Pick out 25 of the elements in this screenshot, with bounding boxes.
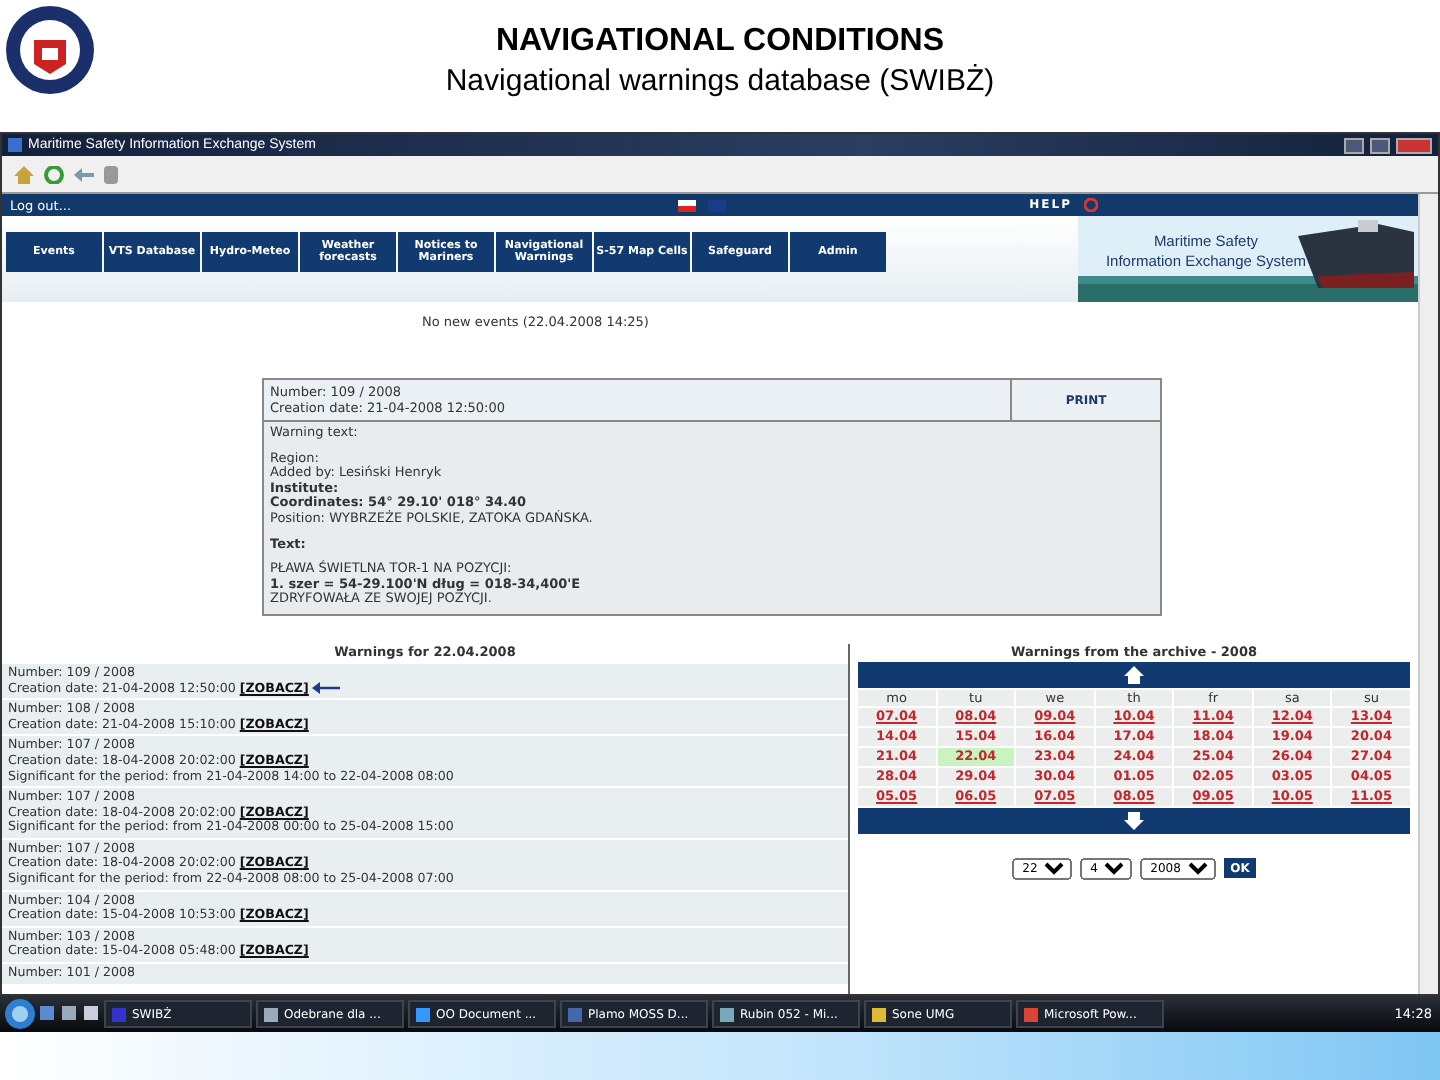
app-icon: [112, 1007, 126, 1021]
minimize-button[interactable]: [1344, 137, 1364, 153]
app-icon: [568, 1007, 582, 1021]
app-icon: [8, 138, 22, 152]
app-icon: [720, 1007, 734, 1021]
next-weeks-button[interactable]: [858, 807, 1410, 834]
quick-launch-icons[interactable]: [40, 1006, 100, 1022]
start-button[interactable]: [4, 998, 36, 1030]
app-icon: [872, 1007, 886, 1021]
app-icon: [416, 1007, 430, 1021]
slide-subtitle: Navigational warnings database (SWIBŻ): [445, 62, 995, 102]
logout-icon[interactable]: [1084, 198, 1098, 212]
maximize-button[interactable]: [1370, 137, 1390, 153]
refresh-icon[interactable]: [44, 165, 64, 183]
app-icon: [1024, 1007, 1038, 1021]
scrollbar[interactable]: [1418, 194, 1438, 994]
back-arrow-icon[interactable]: [74, 165, 94, 183]
down-arrow-icon: [1124, 811, 1144, 830]
app-icon: [264, 1007, 278, 1021]
emblem-icon: [4, 4, 96, 96]
previous-weeks-button[interactable]: [858, 661, 1410, 688]
left-arrow-icon: [312, 682, 341, 695]
up-arrow-icon: [1124, 665, 1144, 684]
slide-title: NAVIGATIONAL CONDITIONS: [496, 22, 944, 62]
close-button[interactable]: [1396, 137, 1432, 153]
